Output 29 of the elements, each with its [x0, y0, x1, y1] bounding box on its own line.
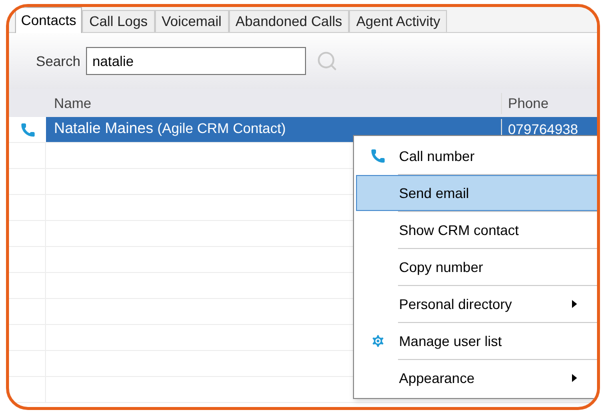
tab[interactable]: Call Logs [82, 10, 155, 32]
menu-item-label: Appearance [399, 368, 476, 388]
tab[interactable]: Voicemail [154, 10, 229, 32]
phone-icon [370, 148, 386, 164]
tab[interactable]: Agent Activity [349, 10, 448, 32]
contact-name: Natalie Maines (Agile CRM Contact) [54, 119, 287, 140]
menu-item-label: Personal directory [399, 294, 513, 314]
menu-item-label: Send email [399, 184, 470, 202]
menu-item[interactable]: Copy number [356, 249, 597, 285]
menu-item[interactable]: Personal directory [356, 286, 597, 322]
phone-icon [20, 122, 36, 138]
menu-item[interactable]: Send email [356, 175, 597, 211]
submenu-arrow-icon [572, 300, 577, 308]
search-icon[interactable] [316, 50, 338, 72]
tab[interactable]: Contacts [15, 7, 82, 33]
submenu-arrow-icon [572, 374, 577, 382]
menu-item-label: Show CRM contact [399, 220, 520, 240]
column-header: Name [53, 94, 92, 112]
menu-item-label: Manage user list [399, 332, 503, 351]
tab[interactable]: Abandoned Calls [228, 10, 350, 32]
menu-item-label: Call number [399, 146, 476, 166]
menu-item-label: Copy number [399, 258, 484, 277]
settings-icon [370, 333, 386, 349]
menu-item[interactable]: Manage user list [356, 323, 597, 359]
menu-item[interactable]: Show CRM contact [356, 212, 597, 248]
column-header: Phone [501, 92, 548, 114]
search-field[interactable]: natalie [86, 47, 306, 75]
search-label: Search [36, 52, 80, 70]
menu-item[interactable]: Appearance [356, 360, 597, 396]
